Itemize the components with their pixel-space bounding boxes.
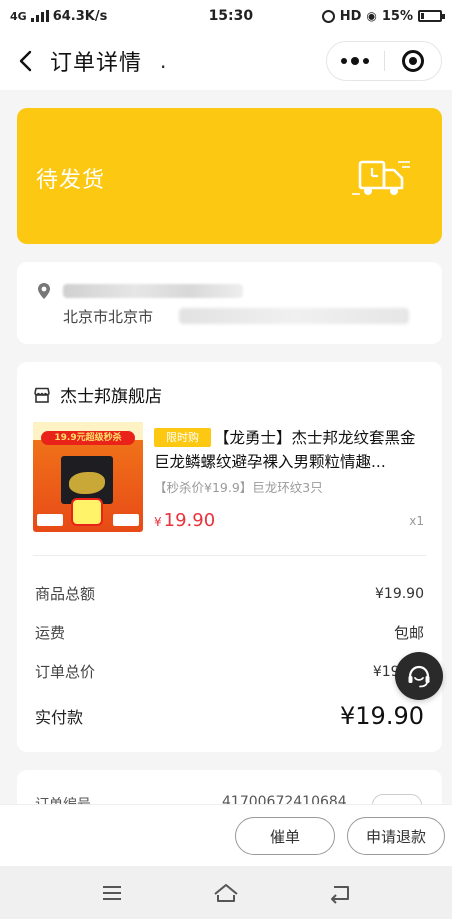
alarm-icon [321,9,335,23]
order-status-text: 待发货 [36,168,106,193]
product-image[interactable]: 19.9元超级秒杀 [33,422,143,532]
address-city: 北京市北京市 [63,308,154,326]
hd-indicator: HD [339,8,362,24]
battery-icon [418,10,445,22]
price-value: 19.90 [163,510,216,531]
address-card[interactable]: 北京市北京市 [17,262,442,344]
network-type: 4G [10,9,27,23]
product-quantity: x1 [409,514,424,528]
shop-row[interactable]: 杰士邦旗舰店 [33,382,162,407]
page-title: 订单详情 [50,51,143,76]
headset-icon [408,665,430,688]
goods-total-value: ¥19.90 [375,585,424,602]
shipping-value: 包邮 [393,624,424,642]
title-suffix: . [160,49,167,73]
wifi-icon: ◉ [366,9,377,23]
order-total-row: 订单总价 ¥19. [35,661,424,682]
chevron-left-icon [19,50,32,72]
request-refund-button[interactable]: 申请退款 [347,817,445,855]
customer-service-button[interactable] [395,652,443,700]
address-detail-blurred [179,308,409,324]
store-icon [34,387,50,403]
product-price: ¥19.90 [154,510,215,531]
truck-icon [352,160,410,195]
home-icon [214,883,238,902]
network-speed: 64.3K/s [52,8,108,24]
product-spec: 【秒杀价¥19.9】巨龙环纹3只 [154,480,323,495]
order-total-label: 订单总价 [35,663,96,681]
nav-header: 订单详情 . [0,32,452,90]
shop-name: 杰士邦旗舰店 [60,387,162,407]
target-icon [401,50,424,72]
recipient-blurred [63,284,243,298]
battery-percent: 15% [381,8,413,24]
system-nav-bar [0,866,452,919]
order-status-card: 待发货 [17,108,442,244]
close-miniprogram-button[interactable] [385,42,442,80]
shipping-label: 运费 [35,624,66,642]
back-nav-button[interactable] [320,873,360,913]
menu-nav-button[interactable] [92,873,132,913]
paid-label: 实付款 [35,708,84,727]
signal-icon [30,10,49,22]
more-menu-button[interactable] [327,42,384,80]
shipping-row: 运费 包邮 [35,622,424,643]
bottom-action-bar: 催单 申请退款 [0,804,452,866]
urge-order-button[interactable]: 催单 [235,817,335,855]
location-pin-icon [38,283,50,299]
order-card: 杰士邦旗舰店 19.9元超级秒杀 【龙勇士】杰士邦龙纹套黑金巨龙鳞螺纹避孕裸入男… [17,362,442,752]
home-nav-button[interactable] [206,873,246,913]
flash-sale-tag: 限时购 [154,428,211,447]
menu-icon [103,885,121,900]
paid-amount-row: 实付款 ¥19.90 [35,702,424,730]
clock: 15:30 [208,8,254,24]
divider [33,555,426,556]
return-icon [331,885,349,904]
goods-total-label: 商品总额 [35,585,96,603]
product-image-banner: 19.9元超级秒杀 [41,431,135,445]
back-button[interactable] [0,32,50,90]
goods-total-row: 商品总额 ¥19.90 [35,583,424,604]
paid-value: ¥19.90 [340,702,424,730]
miniprogram-capsule [326,41,442,81]
currency-symbol: ¥ [154,515,162,529]
status-bar: 4G 64.3K/s 15:30 HD ◉ 15% [0,0,452,32]
